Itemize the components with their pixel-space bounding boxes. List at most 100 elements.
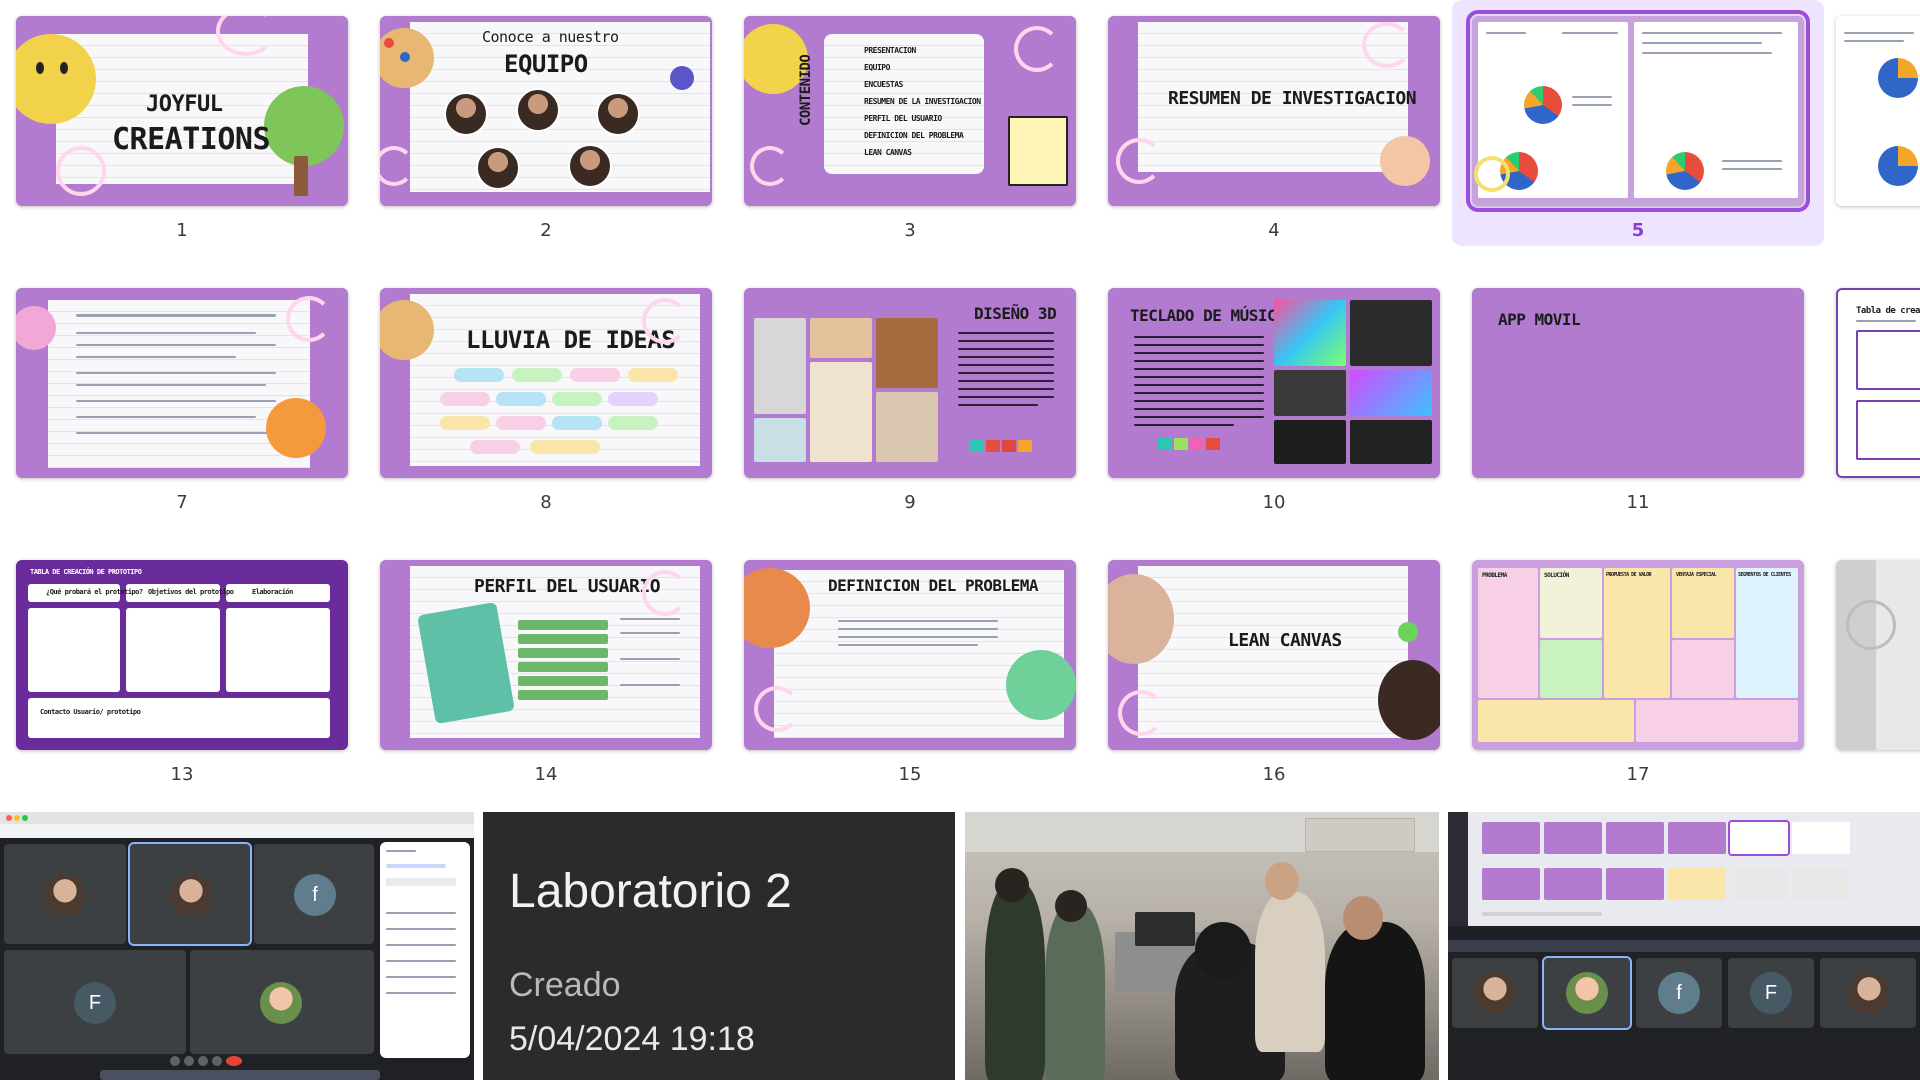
slide-title: TECLADO DE MÚSICA (1130, 306, 1286, 325)
participant-avatar: f (1658, 972, 1700, 1014)
team-member-avatar (476, 146, 520, 190)
camera-icon[interactable] (184, 1056, 194, 1066)
keyboard-image (1274, 370, 1346, 416)
slide-thumbnail-2[interactable]: Conoce a nuestro EQUIPO 2 (380, 16, 712, 241)
controller-image (1350, 420, 1432, 464)
participant-avatar: f (294, 874, 336, 916)
slide-sorter-grid: JOYFUL CREATIONS 1 Conoce a nuestro EQUI… (0, 0, 1920, 812)
team-photo (965, 812, 1439, 1080)
call-controls[interactable] (170, 1056, 300, 1068)
slide-number: 13 (170, 764, 194, 785)
contents-item: PRESENTACION (864, 46, 916, 55)
participant-avatar: F (1750, 972, 1792, 1014)
slide-thumbnail-6-partial[interactable] (1836, 16, 1920, 226)
slide-thumbnail-13[interactable]: TABLA DE CREACIÓN DE PROTOTIPO ¿Qué prob… (16, 560, 348, 785)
slide-thumbnail-10[interactable]: TECLADO DE MÚSICA 10 (1108, 288, 1440, 513)
table-header: ¿Qué probará el prototipo? (46, 588, 143, 596)
hands-image (1006, 650, 1076, 720)
slide-thumbnail-9[interactable]: DISEÑO 3D 9 (744, 288, 1076, 513)
slide-title: LEAN CANVAS (1228, 630, 1342, 651)
present-icon[interactable] (198, 1056, 208, 1066)
more-icon[interactable] (212, 1056, 222, 1066)
slide-number: 16 (1262, 764, 1286, 785)
canvas-header: SEGMENTOS DE CLIENTES (1738, 572, 1791, 578)
family-photo (1378, 660, 1440, 740)
participant-avatar: F (74, 982, 116, 1024)
table-header: Objetivos del prototipo (148, 588, 234, 596)
slide-title: Tabla de creación (1856, 306, 1920, 316)
table-header: Elaboración (252, 588, 293, 596)
slide-thumbnail-18-partial[interactable] (1836, 560, 1920, 770)
slide-thumbnail-8[interactable]: LLUVIA DE IDEAS 8 (380, 288, 712, 513)
slide-number: 14 (534, 764, 558, 785)
video-call-screenshot: f F (0, 812, 474, 1080)
pad-grid-image (1350, 370, 1432, 416)
slide-thumbnail-1[interactable]: JOYFUL CREATIONS 1 (16, 16, 348, 241)
participant-avatar (170, 874, 212, 916)
slide-thumbnail-5[interactable]: 5 (1452, 0, 1824, 246)
slide-thumbnail-3[interactable]: CONTENIDO PRESENTACION EQUIPO ENCUESTAS … (744, 16, 1076, 241)
participant-avatar (1848, 972, 1890, 1014)
child-image (810, 318, 872, 358)
slide-side-title: CONTENIDO (798, 54, 814, 126)
star-icon (1398, 622, 1418, 642)
canvas-header: VENTAJA ESPECIAL (1676, 572, 1717, 578)
slide-thumbnail-14[interactable]: PERFIL DEL USUARIO 14 (380, 560, 712, 785)
mic-icon[interactable] (170, 1056, 180, 1066)
robot-toy-image (754, 318, 806, 414)
wood-texture-image (876, 318, 938, 388)
slide-thumbnail-11[interactable]: APP MOVIL 11 (1472, 288, 1804, 513)
pie-chart-icon (1878, 146, 1918, 186)
slide-title: DISEÑO 3D (974, 304, 1057, 323)
slide-number: 11 (1626, 492, 1650, 513)
canvas-header: PROBLEMA (1482, 572, 1507, 579)
slide-title: DEFINICION DEL PROBLEMA (828, 576, 1039, 595)
slide-title-line2: EQUIPO (504, 50, 588, 78)
dock (100, 1070, 380, 1080)
child-playing-image (754, 418, 806, 462)
participant-avatar (44, 874, 86, 916)
slide-number: 2 (540, 220, 552, 241)
star-icon (1846, 600, 1896, 650)
slide-number: 5 (1631, 220, 1645, 241)
slide-thumbnail-15[interactable]: DEFINICION DEL PROBLEMA 15 (744, 560, 1076, 785)
created-date: 5/04/2024 19:18 (509, 1020, 755, 1058)
slide-thumbnail-12-partial[interactable]: Tabla de creación (1836, 288, 1920, 498)
slide-number: 8 (540, 492, 552, 513)
contents-item: DEFINICION DEL PROBLEMA (864, 131, 964, 140)
canvas-header: PROPUESTA DE VALOR (1606, 572, 1652, 578)
contents-item: RESUMEN DE LA INVESTIGACION (864, 97, 981, 106)
scissors-icon (670, 66, 694, 90)
slide-thumbnail-16[interactable]: LEAN CANVAS 16 (1108, 560, 1440, 785)
end-call-icon[interactable] (226, 1056, 242, 1066)
team-member-avatar (516, 88, 560, 132)
slide-thumbnail-4[interactable]: RESUMEN DE INVESTIGACION 4 (1108, 16, 1440, 241)
slide-number: 7 (176, 492, 188, 513)
participant-avatar (1566, 972, 1608, 1014)
slide-title-line1: Conoce a nuestro (482, 28, 619, 46)
participant-avatar (260, 982, 302, 1024)
created-label: Creado (509, 966, 621, 1004)
baby-face-icon (1380, 136, 1430, 186)
pie-chart-icon (1666, 152, 1704, 190)
slide-number: 4 (1268, 220, 1280, 241)
laptop (1135, 912, 1195, 946)
contents-item: PERFIL DEL USUARIO (864, 114, 942, 123)
slide-title: PERFIL DEL USUARIO (474, 576, 661, 597)
pie-chart-icon (1524, 86, 1562, 124)
slide-number: 10 (1262, 492, 1286, 513)
slide-number: 3 (904, 220, 916, 241)
slide-number: 15 (898, 764, 922, 785)
table-row-label: Contacto Usuario/ prototipo (40, 708, 141, 716)
contents-item: ENCUESTAS (864, 80, 903, 89)
contents-item: EQUIPO (864, 63, 890, 72)
drawing-sketch-icon (1008, 116, 1068, 186)
slide-number: 17 (1626, 764, 1650, 785)
slide-title-line2: CREATIONS (112, 122, 271, 157)
slide-thumbnail-7[interactable]: 7 (16, 288, 348, 513)
slide-thumbnail-17[interactable]: PROBLEMA SOLUCIÓN PROPUESTA DE VALOR VEN… (1472, 560, 1804, 785)
wooden-mannequin-image (810, 362, 872, 462)
canvas-header: SOLUCIÓN (1544, 572, 1569, 579)
slide-title: APP MOVIL (1498, 310, 1581, 329)
people-panel (380, 842, 470, 1058)
